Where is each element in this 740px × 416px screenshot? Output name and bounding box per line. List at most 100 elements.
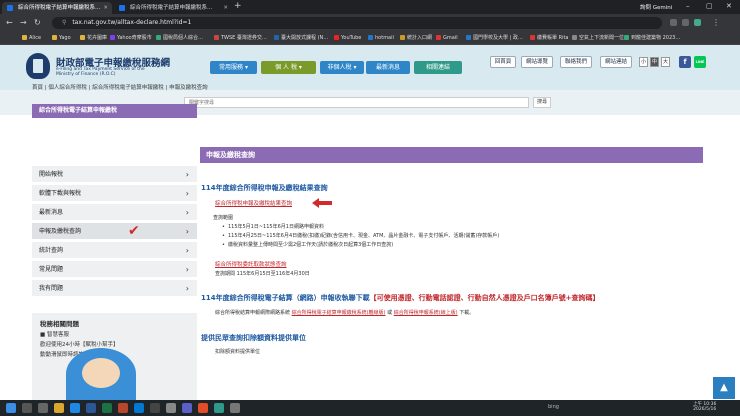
edge-icon[interactable]	[70, 403, 80, 413]
browser-tab-active[interactable]: 綜合所得稅電子結算申報繳稅系… ✕	[2, 2, 112, 14]
tax-helper-link[interactable]: 歡迎使用24小時【賦稅小幫手】	[40, 340, 189, 350]
back-icon[interactable]: ←	[6, 18, 13, 28]
query-range-item: 繳稅資料彙整上傳時間至少需2個工作天(請於繳稅次日起算3個工作日查詢)	[222, 241, 393, 248]
bookmark-item[interactable]: TWSE 臺灣證券交…	[214, 34, 267, 43]
sidebar-item-software[interactable]: 軟體下載與報稅 ›	[32, 185, 197, 202]
site-icon	[156, 35, 161, 40]
taskbar-search[interactable]: bing	[548, 404, 559, 410]
search-button[interactable]: 搜尋	[533, 97, 551, 108]
close-tab-icon[interactable]: ✕	[223, 2, 228, 14]
sidebar-item-ask[interactable]: 我有問題 ›	[32, 280, 197, 297]
breadcrumb-item[interactable]: 綜合所得稅電子結算申報繳稅	[92, 85, 164, 91]
search-icon[interactable]	[22, 403, 32, 413]
site-links[interactable]: 網站連結	[600, 56, 632, 68]
new-tab-icon[interactable]: +	[234, 1, 242, 11]
nav-non-personal-tax[interactable]: 非個人稅 ▾	[320, 61, 364, 74]
site-icon	[466, 35, 471, 40]
site-icon	[400, 35, 405, 40]
bookmark-item[interactable]: 繳費帳單 Rita	[530, 34, 568, 43]
sidebar-item-query[interactable]: 申報及繳稅查詢 ›	[32, 223, 197, 240]
forward-icon[interactable]: →	[20, 18, 27, 28]
bookmark-item[interactable]: 花卉圖庫	[80, 34, 107, 43]
online-system-link[interactable]: 綜合所得稅申報系統(線上版)	[394, 310, 458, 316]
close-window-icon[interactable]: ✕	[726, 2, 732, 10]
outlook-icon[interactable]	[134, 403, 144, 413]
nav-related-links[interactable]: 相關連結	[414, 61, 462, 74]
nav-common-services[interactable]: 常用服務 ▾	[210, 61, 257, 74]
browser-tab[interactable]: 綜合所得稅電子結算申報繳稅系… ✕	[114, 2, 232, 14]
site-icon	[572, 35, 577, 40]
browser-tab-bar: 綜合所得稅電子結算申報繳稅系… ✕ 綜合所得稅電子結算申報繳稅系… ✕ + 詢問…	[0, 0, 740, 14]
bookmark-item[interactable]: 國門學校及大學 | 政…	[466, 34, 523, 43]
font-size-small[interactable]: 小	[639, 57, 648, 67]
bookmark-item[interactable]: 到龍佳建築物 2023…	[624, 34, 680, 43]
query-result-link[interactable]: 綜合所得稅申報及繳稅結果查詢	[215, 199, 292, 207]
sitemap-link[interactable]: 網站導覽	[521, 56, 553, 68]
close-tab-icon[interactable]: ✕	[103, 2, 108, 14]
nav-personal-tax[interactable]: 個 人 稅 ▾	[261, 61, 316, 74]
contact-link[interactable]: 聯絡我們	[560, 56, 592, 68]
teams-icon[interactable]	[182, 403, 192, 413]
ministry-emblem-icon[interactable]	[26, 53, 50, 79]
sidebar-title: 綜合所得稅電子結算申報繳稅	[32, 104, 197, 118]
offline-system-link[interactable]: 綜合所得稅電子結算申報繳稅系統(離線版)	[292, 310, 386, 316]
file-explorer-icon[interactable]	[54, 403, 64, 413]
word-icon[interactable]	[86, 403, 96, 413]
site-info-icon[interactable]: ⚲	[62, 19, 66, 26]
app-icon[interactable]	[214, 403, 224, 413]
smart-service-link[interactable]: ■ 智慧客服	[40, 330, 189, 340]
sidebar-item-start[interactable]: 開始報稅 ›	[32, 166, 197, 183]
bookmark-item[interactable]: Yago	[52, 34, 71, 43]
helper-mascot-icon[interactable]	[66, 348, 136, 400]
app-icon[interactable]	[150, 403, 160, 413]
font-size-medium[interactable]: 中	[650, 57, 659, 67]
site-favicon-icon	[119, 5, 125, 11]
deduction-provider-text[interactable]: 扣除額資料提供單位	[215, 348, 260, 355]
breadcrumb-home[interactable]: 首頁	[32, 85, 43, 91]
bookmark-item[interactable]: hotmail	[368, 34, 394, 43]
minimize-icon[interactable]: –	[686, 2, 690, 10]
maximize-icon[interactable]: ▢	[706, 2, 713, 10]
bookmark-item[interactable]: Alice	[22, 34, 41, 43]
bookmark-item[interactable]: 臺大開放式課程 (N…	[274, 34, 328, 43]
nav-latest-news[interactable]: 最新消息	[366, 61, 410, 74]
folder-icon	[52, 35, 57, 40]
sidebar-item-statistics[interactable]: 統計查詢 ›	[32, 242, 197, 259]
clock[interactable]: 上午 10:36 2026/5/16	[693, 402, 716, 412]
profile-icon[interactable]	[694, 19, 701, 26]
query-range-label: 查詢範圍	[213, 215, 234, 221]
site-icon	[214, 35, 219, 40]
scroll-to-top-button[interactable]: ▲	[713, 377, 735, 399]
powerpoint-icon[interactable]	[118, 403, 128, 413]
bookmark-item[interactable]: Gmail	[436, 34, 458, 43]
bookmark-item[interactable]: 統計入口網	[400, 34, 432, 43]
facebook-icon[interactable]: f	[679, 56, 691, 68]
extension-icon[interactable]	[682, 19, 689, 26]
chrome-icon[interactable]	[198, 403, 208, 413]
app-icon[interactable]	[166, 403, 176, 413]
sidebar-item-faq[interactable]: 常見問題 ›	[32, 261, 197, 278]
app-icon[interactable]	[230, 403, 240, 413]
bookmark-item[interactable]: 空氣上下流新聞一位…	[572, 34, 629, 43]
excel-icon[interactable]	[102, 403, 112, 413]
bookmark-item[interactable]: Yahoo奇摩股市	[110, 34, 152, 43]
bookmark-item[interactable]: YouTube	[334, 34, 361, 43]
debit-status-link[interactable]: 綜合所得稅委託取款狀態查詢	[215, 260, 287, 268]
reload-icon[interactable]: ↻	[34, 18, 41, 28]
home-link[interactable]: 回首頁	[490, 56, 516, 68]
search-input[interactable]	[184, 97, 529, 108]
font-size-large[interactable]: 大	[661, 57, 670, 67]
site-icon	[530, 35, 535, 40]
start-menu-icon[interactable]	[6, 403, 16, 413]
bookmark-item[interactable]: 國稅局個人綜合…	[156, 34, 203, 43]
line-icon[interactable]: LINE	[694, 56, 706, 68]
sidebar-item-news[interactable]: 最新消息 ›	[32, 204, 197, 221]
task-view-icon[interactable]	[38, 403, 48, 413]
red-arrow-icon	[312, 198, 332, 208]
browser-menu-icon[interactable]: ⋮	[712, 18, 720, 28]
breadcrumb-item[interactable]: 個人綜合所得稅	[48, 85, 87, 91]
ask-gemini-button[interactable]: 詢問 Gemini	[640, 3, 672, 11]
query-range-item: 115年4月25日~115年6月4日繳稅(扣繳)紀錄(含信用卡、現金、ATM、晶…	[222, 232, 499, 239]
url-field[interactable]: ⚲ tax.nat.gov.tw/alltax-declare.html?id=…	[52, 17, 662, 29]
extension-icon[interactable]	[670, 19, 677, 26]
